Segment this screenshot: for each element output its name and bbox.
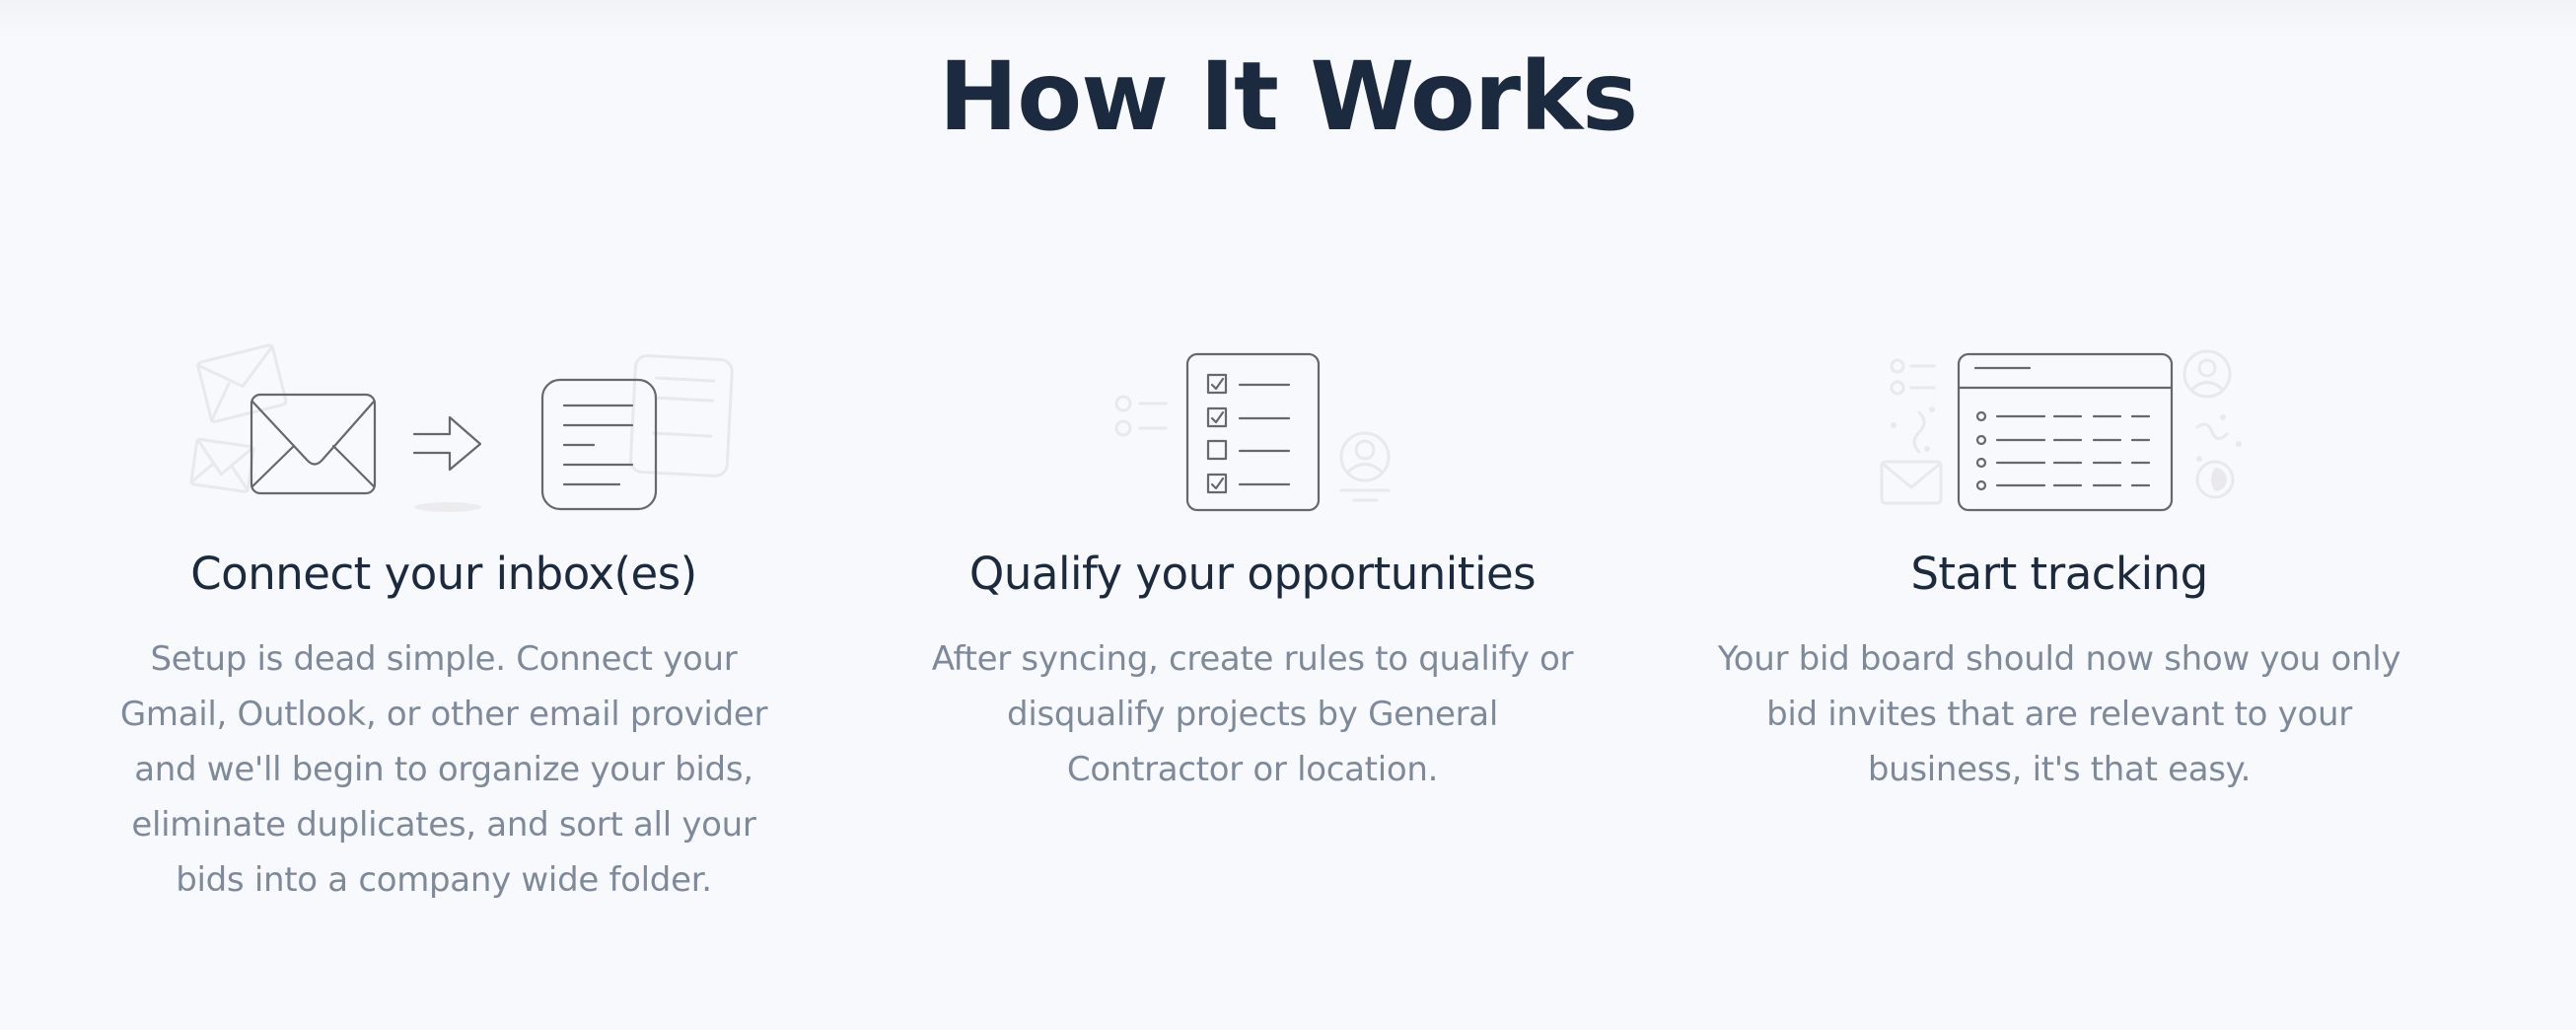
step-connect-inbox: Connect your inbox(es) Setup is dead sim… bbox=[89, 335, 799, 908]
document-icon bbox=[540, 378, 658, 511]
table-rows bbox=[1975, 410, 2151, 491]
faded-list-icon bbox=[1114, 395, 1168, 437]
step-description: Your bid board should now show you only … bbox=[1717, 639, 2401, 789]
faded-squiggle-icon bbox=[1891, 406, 1935, 454]
faded-document-icon bbox=[628, 354, 734, 478]
step-qualify-opportunities: Qualify your opportunities After syncing… bbox=[897, 335, 1608, 797]
faded-list-icon bbox=[1890, 358, 1936, 396]
section-title: How It Works bbox=[938, 41, 1638, 152]
inbox-illustration-svg bbox=[189, 343, 734, 512]
bid-board-table-illustration bbox=[1704, 335, 2414, 523]
bid-board-illustration-svg bbox=[1880, 349, 2242, 512]
checklist-illustration bbox=[897, 335, 1608, 523]
faded-user-icon bbox=[1339, 431, 1391, 502]
step-start-tracking: Start tracking Your bid board should now… bbox=[1704, 335, 2414, 797]
step-title: Start tracking bbox=[1910, 548, 2208, 600]
step-title: Qualify your opportunities bbox=[968, 548, 1537, 600]
step-description: Setup is dead simple. Connect your Gmail… bbox=[119, 639, 768, 900]
step-title: Connect your inbox(es) bbox=[190, 548, 697, 600]
step-description: After syncing, create rules to qualify o… bbox=[931, 639, 1574, 789]
arrow-right-icon bbox=[412, 415, 482, 512]
faded-pie-chart-icon bbox=[2195, 460, 2235, 499]
faded-envelope-small-icon bbox=[189, 437, 255, 493]
faded-envelope-icon bbox=[1880, 460, 1943, 505]
inbox-to-document-illustration bbox=[89, 335, 799, 523]
faded-squiggle-icon bbox=[2195, 414, 2242, 462]
faded-envelope-icon bbox=[195, 343, 288, 423]
how-it-works-section: How It Works Connect your inbox(es) Setu… bbox=[0, 0, 2576, 1030]
checklist-illustration-svg bbox=[1114, 352, 1391, 512]
table-board-icon bbox=[1957, 352, 2174, 512]
faded-user-icon bbox=[2182, 349, 2232, 399]
checklist-icon bbox=[1185, 352, 1321, 512]
